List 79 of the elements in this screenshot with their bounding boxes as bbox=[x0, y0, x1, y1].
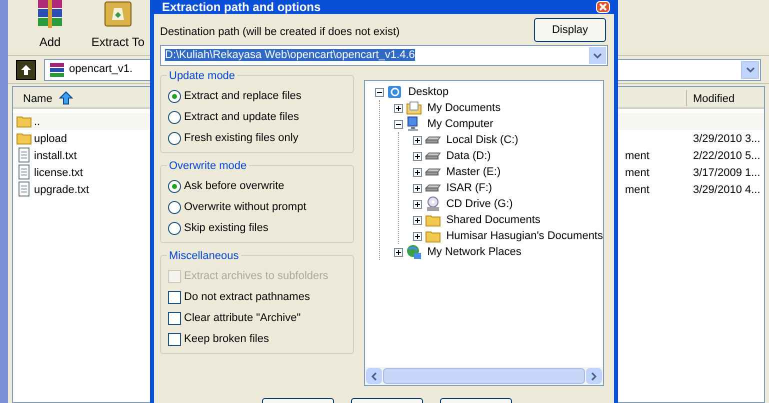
expand-icon[interactable] bbox=[413, 216, 422, 224]
option-label: Extract and replace files bbox=[184, 88, 302, 104]
option-label: Extract archives to subfolders bbox=[184, 268, 328, 284]
destination-label: Destination path (will be created if does not exist) bbox=[160, 24, 400, 40]
file-modified: 3/29/2010 4... bbox=[693, 183, 760, 198]
tree-item[interactable]: Shared Documents bbox=[444, 212, 540, 228]
tree-item[interactable]: CD Drive (G:) bbox=[444, 196, 513, 212]
option-label: Keep broken files bbox=[184, 332, 269, 347]
expand-icon[interactable] bbox=[394, 248, 404, 256]
toolbar-button-label[interactable]: Add bbox=[39, 33, 61, 51]
radio-button[interactable] bbox=[168, 90, 181, 102]
checkbox[interactable] bbox=[168, 290, 181, 304]
option-label: Overwrite without prompt bbox=[184, 200, 306, 215]
cd-drive-icon bbox=[425, 196, 442, 212]
checkbox[interactable] bbox=[168, 312, 181, 324]
tree-item[interactable]: My Network Places bbox=[425, 244, 522, 260]
file-name[interactable]: license.txt bbox=[34, 165, 83, 182]
horizontal-scrollbar[interactable] bbox=[365, 367, 603, 385]
up-folder-icon[interactable] bbox=[16, 60, 36, 80]
network-globe-icon bbox=[406, 244, 422, 260]
collapse-icon[interactable] bbox=[375, 88, 384, 96]
option-label: Clear attribute "Archive" bbox=[184, 310, 301, 326]
group-title: Update mode bbox=[167, 68, 238, 84]
file-name[interactable]: upload bbox=[34, 131, 68, 148]
scroll-right-icon[interactable] bbox=[586, 368, 602, 384]
archive-icon bbox=[49, 62, 65, 78]
sort-up-arrow-icon bbox=[59, 91, 73, 105]
option-label: Skip existing files bbox=[184, 220, 268, 236]
expand-icon[interactable] bbox=[413, 232, 422, 240]
path-field[interactable]: D:\Kuliah\Rekayasa Web\opencart\opencart_v1.4.6 bbox=[160, 45, 608, 66]
desktop-icon bbox=[387, 84, 404, 100]
file-modified: 3/17/2009 1... bbox=[693, 166, 760, 181]
expand-icon[interactable] bbox=[413, 136, 422, 144]
tree-item[interactable]: My Computer bbox=[425, 116, 494, 132]
text-file-icon bbox=[16, 164, 32, 180]
tree-item[interactable]: Desktop bbox=[406, 84, 449, 100]
tree-item[interactable]: Data (D:) bbox=[444, 148, 491, 164]
documents-folder-icon bbox=[406, 100, 422, 116]
expand-icon[interactable] bbox=[413, 168, 422, 176]
display-button[interactable]: Display bbox=[534, 18, 606, 42]
dialog-title: Extraction path and options bbox=[161, 0, 321, 14]
checkbox[interactable] bbox=[168, 332, 181, 346]
expand-icon[interactable] bbox=[413, 200, 422, 208]
text-file-icon bbox=[16, 147, 32, 163]
toolbar-button-label[interactable]: Extract To bbox=[91, 33, 145, 51]
tree-item[interactable]: Local Disk (C:) bbox=[444, 132, 518, 148]
expand-icon[interactable] bbox=[394, 104, 404, 112]
option-label: Ask before overwrite bbox=[184, 178, 284, 194]
file-type: ment bbox=[625, 166, 650, 181]
collapse-icon[interactable] bbox=[394, 120, 404, 128]
tree-item[interactable]: Master (E:) bbox=[444, 164, 501, 180]
radio-button[interactable] bbox=[168, 200, 181, 214]
file-modified: 3/29/2010 3... bbox=[693, 132, 760, 147]
file-type: ment bbox=[625, 149, 650, 164]
expand-icon[interactable] bbox=[413, 152, 422, 160]
file-name[interactable]: upgrade.txt bbox=[34, 182, 90, 198]
radio-button[interactable] bbox=[168, 180, 181, 192]
text-file-icon bbox=[16, 181, 32, 197]
path-text: D:\Kuliah\Rekayasa Web\opencart\opencart_v1.4.6 bbox=[165, 49, 415, 62]
tree-item[interactable]: Humisar Hasugian's Documents bbox=[444, 228, 603, 244]
scroll-thumb[interactable] bbox=[383, 368, 585, 384]
radio-button[interactable] bbox=[168, 110, 181, 124]
tree-item[interactable]: My Documents bbox=[425, 100, 501, 116]
address-text: opencart_v1. bbox=[69, 62, 133, 78]
tree-item[interactable]: ISAR (F:) bbox=[444, 180, 492, 196]
file-type: ment bbox=[625, 183, 650, 198]
option-label: Extract and update files bbox=[184, 110, 299, 125]
radio-button[interactable] bbox=[168, 222, 181, 234]
column-header[interactable]: Name bbox=[23, 91, 52, 108]
option-label: Do not extract pathnames bbox=[184, 290, 310, 305]
file-modified: 2/22/2010 5... bbox=[693, 149, 760, 164]
close-icon[interactable] bbox=[596, 1, 610, 13]
expand-icon[interactable] bbox=[413, 184, 422, 192]
file-name[interactable]: install.txt bbox=[34, 148, 77, 164]
file-name[interactable]: .. bbox=[34, 114, 40, 130]
column-header[interactable]: Modified bbox=[693, 91, 735, 108]
scroll-left-icon[interactable] bbox=[366, 368, 382, 384]
radio-button[interactable] bbox=[168, 132, 181, 144]
option-label: Fresh existing files only bbox=[184, 130, 298, 146]
